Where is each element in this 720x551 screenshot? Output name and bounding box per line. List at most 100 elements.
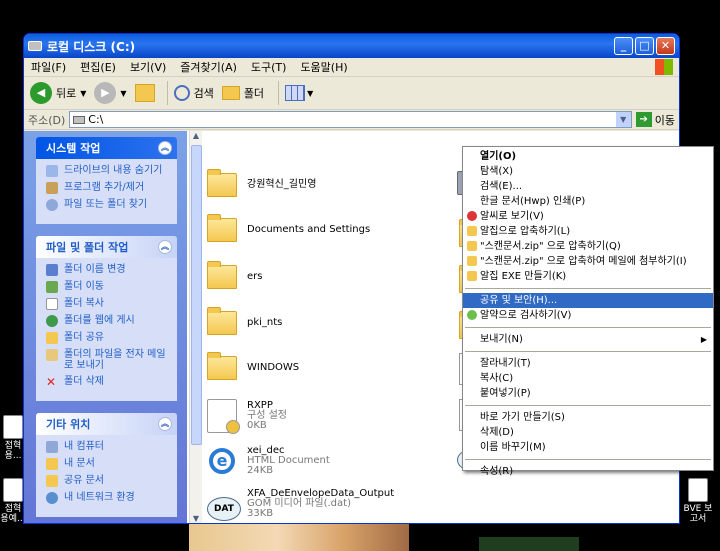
menu-item-label: 검색(E)... [480,181,523,192]
file-size: 24KB [247,465,274,476]
desktop-shortcut-3[interactable]: BVE 보고서 [680,478,716,524]
search-label: 검색 [193,87,214,100]
file-item[interactable]: RXPP 구성 설정 0KB [207,399,287,434]
ctx-explore[interactable]: 탐색(X) [463,164,713,179]
menu-item-label: 알집으로 압축하기(L) [480,226,571,237]
task-copy-folder[interactable]: 폴더 복사 [46,298,173,310]
rename-icon [46,264,58,276]
task-publish-web[interactable]: 폴더를 웹에 게시 [46,315,173,327]
ctx-alyac-scan[interactable]: 알약으로 검사하기(V) [463,308,713,323]
collapse-chevron-icon[interactable]: ︽ [158,417,172,431]
chevron-down-icon[interactable]: ▼ [120,89,126,98]
document-icon [3,415,23,439]
scrollbar-thumb[interactable] [191,145,202,445]
chevron-down-icon[interactable]: ▼ [80,89,86,98]
menu-file[interactable]: 파일(F) [24,59,73,75]
place-shared-documents[interactable]: 공유 문서 [46,475,173,487]
ctx-alsee-view[interactable]: 알씨로 보기(V) [463,209,713,224]
menu-help[interactable]: 도움말(H) [293,59,354,75]
up-folder-icon[interactable] [134,84,155,102]
menu-item-label: 잘라내기(T) [480,358,531,369]
ctx-open[interactable]: 열기(O) [463,149,713,164]
drive-contents-icon [46,165,58,177]
task-hide-drive-contents[interactable]: 드라이브의 내용 숨기기 [46,165,173,177]
ctx-create-shortcut[interactable]: 바로 가기 만들기(S) [463,410,713,425]
file-item[interactable]: e xei_dec HTML Document 24KB [207,444,330,478]
task-share-folder[interactable]: 폴더 공유 [46,332,173,344]
address-input[interactable]: C:\ ▼ [69,111,632,128]
task-rename-folder[interactable]: 폴더 이름 변경 [46,264,173,276]
close-button[interactable]: ✕ [656,37,675,55]
ctx-alzip-exe[interactable]: 알집 EXE 만들기(K) [463,269,713,284]
title-bar[interactable]: 로컬 디스크 (C:) _ □ ✕ [24,34,679,58]
ctx-rename[interactable]: 이름 바꾸기(M) [463,440,713,455]
other-places-header[interactable]: 기타 위치 ︽ [36,413,177,435]
ctx-properties[interactable]: 속성(R) [463,464,713,479]
document-icon [3,478,23,502]
scroll-down-arrow-icon[interactable]: ▼ [190,514,202,523]
collapse-chevron-icon[interactable]: ︽ [158,240,172,254]
menu-tools[interactable]: 도구(T) [244,59,294,75]
menu-view[interactable]: 보기(V) [123,59,173,75]
menu-edit[interactable]: 편집(E) [73,59,123,75]
menu-item-label: "스캔문서.zip" 으로 압축하여 메일에 첨부하기(I) [480,256,687,267]
menu-favorites[interactable]: 즐겨찾기(A) [173,59,244,75]
task-email-folder[interactable]: 폴더의 파일을 전자 메일로 보내기 [46,349,173,371]
place-network[interactable]: 내 네트워크 환경 [46,492,173,504]
task-label: 프로그램 추가/제거 [64,182,145,193]
ctx-hwp-print[interactable]: 한글 문서(Hwp) 인쇄(P) [463,194,713,209]
ctx-copy[interactable]: 복사(C) [463,371,713,386]
folder-icon [46,475,58,487]
folder-item[interactable]: WINDOWS [207,352,299,380]
search-button[interactable]: 검색 [173,85,214,101]
vertical-scrollbar[interactable]: ▲ ▼ [189,131,202,523]
menu-item-label: 삭제(D) [480,427,514,438]
place-my-documents[interactable]: 내 문서 [46,458,173,470]
place-my-computer[interactable]: 내 컴퓨터 [46,441,173,453]
ctx-cut[interactable]: 잘라내기(T) [463,356,713,371]
task-add-remove-programs[interactable]: 프로그램 추가/제거 [46,182,173,194]
ctx-search[interactable]: 검색(E)... [463,179,713,194]
scroll-up-arrow-icon[interactable]: ▲ [190,131,202,143]
menu-item-label: 속성(R) [480,466,514,477]
alzip-icon [467,226,477,236]
submenu-arrow-icon: ▶ [700,335,707,344]
folder-item[interactable]: Documents and Settings [207,214,370,242]
menu-item-label: 보내기(N) [480,334,523,345]
window-title: 로컬 디스크 (C:) [47,39,136,54]
ctx-delete[interactable]: 삭제(D) [463,425,713,440]
task-label: 폴더 공유 [64,332,104,343]
task-move-folder[interactable]: 폴더 이동 [46,281,173,293]
views-button[interactable]: ▼ [285,85,313,101]
task-label: 폴더 삭제 [64,376,104,387]
ctx-send-to[interactable]: 보내기(N) ▶ [463,332,713,347]
ctx-alzip-compress[interactable]: 알집으로 압축하기(L) [463,224,713,239]
chevron-down-icon[interactable]: ▼ [615,112,631,127]
folder-item[interactable]: 강원혁신_길민영 [207,169,316,197]
task-label: 드라이브의 내용 숨기기 [64,165,163,176]
task-delete-folder[interactable]: ✕ 폴더 삭제 [46,376,173,388]
panel-title: 기타 위치 [46,418,91,431]
system-tasks-header[interactable]: 시스템 작업 ︽ [36,137,177,159]
back-button[interactable]: ◀ 뒤로 ▼ [30,82,86,104]
email-icon [46,349,58,361]
task-find-files[interactable]: 파일 또는 폴더 찾기 [46,199,173,211]
folders-button[interactable]: 폴더 [221,85,264,101]
folder-item[interactable]: ers [207,261,262,289]
task-label: 폴더를 웹에 게시 [64,315,135,326]
forward-button[interactable]: ▶ ▼ [94,82,127,104]
ctx-sharing-security[interactable]: 공유 및 보안(H)... [463,293,713,308]
minimize-button[interactable]: _ [614,37,633,55]
ctx-compress-mail[interactable]: "스캔문서.zip" 으로 압축하여 메일에 첨부하기(I) [463,254,713,269]
maximize-button[interactable]: □ [635,37,654,55]
ctx-compress-zip[interactable]: "스캔문서.zip" 으로 압축하기(Q) [463,239,713,254]
ctx-paste[interactable]: 붙여넣기(P) [463,386,713,401]
file-tasks-header[interactable]: 파일 및 폴더 작업 ︽ [36,236,177,258]
folder-item[interactable]: pki_nts [207,307,282,335]
file-item[interactable]: DAT XFA_DeEnvelopeData_Output GOM 미디어 파일(… [207,487,394,521]
go-button[interactable]: ➔ 이동 [635,112,675,128]
place-label: 내 문서 [64,458,95,469]
go-arrow-icon: ➔ [635,112,652,127]
collapse-chevron-icon[interactable]: ︽ [158,141,172,155]
move-icon [46,281,58,293]
